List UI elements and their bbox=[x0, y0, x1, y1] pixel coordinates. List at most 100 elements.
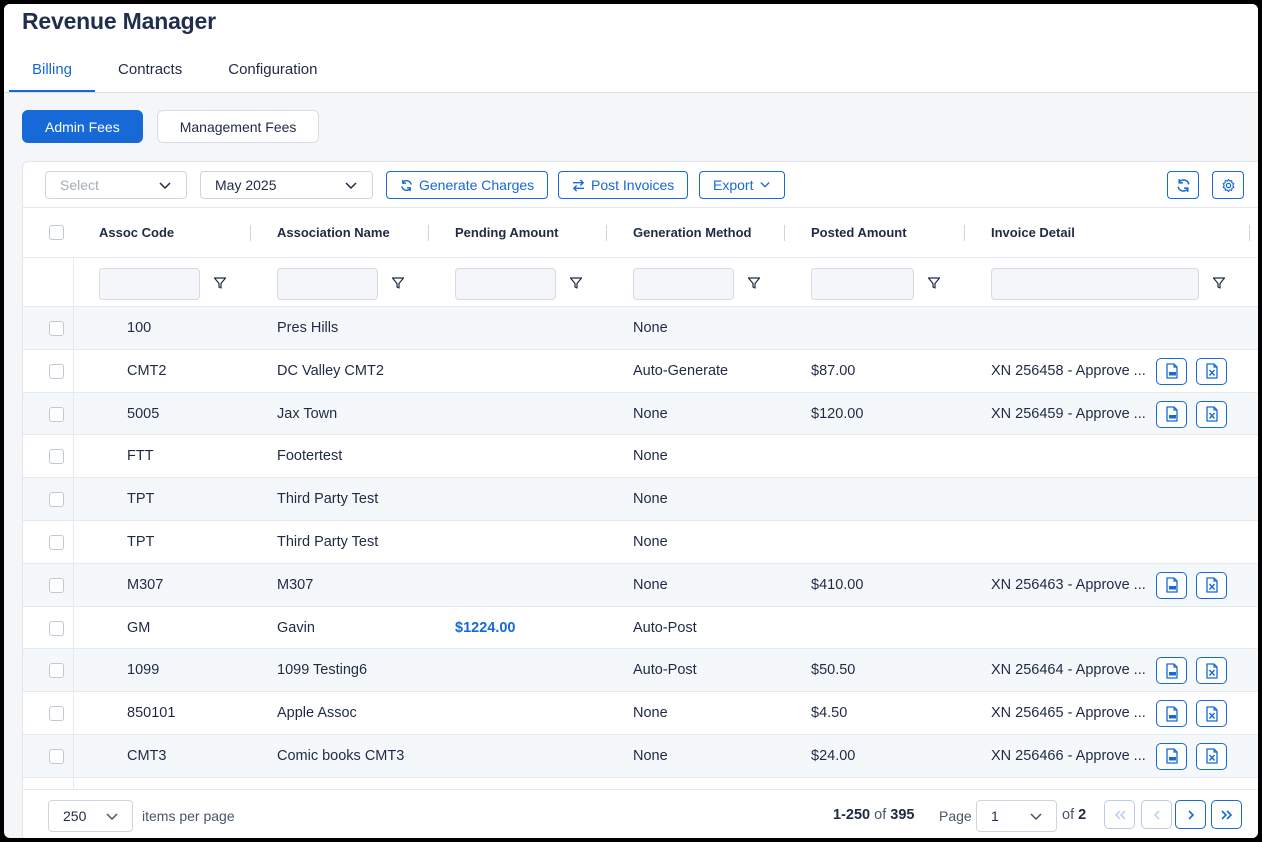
select-all-checkbox[interactable] bbox=[49, 225, 64, 240]
filter-icon[interactable] bbox=[927, 276, 941, 290]
row-checkbox[interactable] bbox=[49, 406, 64, 422]
row-checkbox[interactable] bbox=[49, 748, 64, 764]
column-resize-handle[interactable] bbox=[606, 225, 607, 241]
posted-amount-cell: $410.00 bbox=[811, 576, 864, 593]
row-checkbox[interactable] bbox=[49, 363, 64, 379]
download-pdf-button[interactable] bbox=[1156, 700, 1187, 728]
row-checkbox[interactable] bbox=[49, 321, 64, 336]
row-checkbox[interactable] bbox=[49, 534, 64, 550]
column-header-association-name[interactable]: Association Name bbox=[277, 225, 390, 240]
items-per-page-select[interactable]: 250 bbox=[48, 800, 133, 832]
table-row[interactable]: FTT Footertest None bbox=[23, 435, 1258, 479]
row-checkbox[interactable] bbox=[49, 620, 64, 636]
column-header-assoc-code[interactable]: Assoc Code bbox=[99, 225, 174, 240]
invoice-detail-filter-input[interactable] bbox=[991, 268, 1199, 300]
table-row[interactable]: TPT Third Party Test None bbox=[23, 478, 1258, 521]
table-row[interactable]: M307 M307 None $410.00 XN 256463 - Approve .… bbox=[23, 563, 1258, 607]
grid-settings-button[interactable] bbox=[1212, 171, 1244, 199]
tabs-divider bbox=[4, 92, 1258, 93]
download-excel-button[interactable] bbox=[1196, 657, 1227, 685]
refresh-grid-button[interactable] bbox=[1167, 171, 1199, 199]
next-page-button[interactable] bbox=[1175, 800, 1206, 829]
column-header-invoice-detail[interactable]: Invoice Detail bbox=[991, 225, 1075, 240]
assoc-code-cell: M307 bbox=[127, 576, 164, 593]
posted-amount-cell: $4.50 bbox=[811, 705, 848, 722]
column-resize-handle[interactable] bbox=[250, 225, 251, 241]
filter-icon[interactable] bbox=[569, 276, 583, 290]
column-header-posted-amount[interactable]: Posted Amount bbox=[811, 225, 907, 240]
generation-method-cell: Auto-Generate bbox=[633, 362, 729, 379]
download-pdf-button[interactable] bbox=[1156, 657, 1187, 685]
table-row[interactable]: CMT2 DC Valley CMT2 Auto-Generate $87.00 XN … bbox=[23, 350, 1258, 393]
post-invoices-button[interactable]: Post Invoices bbox=[558, 171, 689, 199]
table-row[interactable]: 1099 1099 Testing6 Auto-Post $50.50 XN 25646… bbox=[23, 649, 1258, 693]
grid-toolbar: Select May 2025 Generate Charges Post In… bbox=[23, 162, 1258, 208]
download-pdf-button[interactable] bbox=[1156, 400, 1187, 428]
column-resize-handle[interactable] bbox=[964, 225, 965, 241]
first-page-button[interactable] bbox=[1104, 800, 1135, 829]
table-row[interactable]: CMT3 Comic books CMT3 None $24.00 XN 256466 … bbox=[23, 734, 1258, 778]
generate-charges-label: Generate Charges bbox=[419, 177, 535, 193]
filter-icon[interactable] bbox=[213, 276, 227, 290]
association-select[interactable]: Select bbox=[45, 171, 187, 199]
filter-icon[interactable] bbox=[747, 276, 761, 290]
filter-icon[interactable] bbox=[1212, 276, 1226, 290]
download-pdf-button[interactable] bbox=[1156, 571, 1187, 599]
fee-type-tabs: Admin Fees Management Fees bbox=[22, 110, 320, 143]
items-per-page-label: items per page bbox=[142, 808, 235, 824]
management-fees-button[interactable]: Management Fees bbox=[156, 110, 320, 143]
column-resize-handle[interactable] bbox=[1249, 225, 1250, 241]
download-excel-button[interactable] bbox=[1196, 571, 1227, 599]
download-excel-button[interactable] bbox=[1196, 700, 1227, 728]
tab-billing[interactable]: Billing bbox=[9, 52, 96, 92]
column-resize-handle[interactable] bbox=[428, 225, 429, 241]
last-page-button[interactable] bbox=[1211, 800, 1242, 829]
row-checkbox[interactable] bbox=[49, 663, 64, 679]
pending-amount-filter-input[interactable] bbox=[455, 268, 556, 300]
row-checkbox[interactable] bbox=[49, 577, 64, 593]
table-row[interactable]: GM Gavin $1224.00 Auto-Post bbox=[23, 607, 1258, 650]
download-excel-button[interactable] bbox=[1196, 357, 1227, 385]
pending-amount-cell[interactable]: $1224.00 bbox=[455, 620, 515, 636]
association-name-cell: Gavin bbox=[277, 619, 315, 636]
tab-configuration[interactable]: Configuration bbox=[205, 52, 340, 92]
export-button[interactable]: Export bbox=[699, 171, 786, 199]
generate-charges-button[interactable]: Generate Charges bbox=[386, 171, 549, 199]
filter-icon[interactable] bbox=[391, 276, 405, 290]
tab-contracts[interactable]: Contracts bbox=[95, 52, 205, 92]
invoice-detail-cell: XN 256466 - Approve ... bbox=[991, 747, 1146, 764]
association-name-filter-input[interactable] bbox=[277, 268, 378, 300]
generation-method-filter-input[interactable] bbox=[633, 268, 734, 300]
assoc-code-filter-input[interactable] bbox=[99, 268, 200, 300]
pdf-file-icon bbox=[1165, 577, 1178, 593]
admin-fees-button[interactable]: Admin Fees bbox=[22, 110, 143, 143]
pdf-file-icon bbox=[1165, 706, 1178, 722]
association-select-placeholder: Select bbox=[60, 177, 99, 193]
download-pdf-button[interactable] bbox=[1156, 357, 1187, 385]
pdf-file-icon bbox=[1165, 748, 1178, 765]
chevron-right-icon bbox=[1187, 809, 1194, 820]
column-resize-handle[interactable] bbox=[784, 225, 785, 241]
table-row[interactable]: TPT Third Party Test None bbox=[23, 521, 1258, 564]
previous-page-button[interactable] bbox=[1141, 800, 1172, 829]
generation-method-cell: Auto-Post bbox=[633, 662, 697, 679]
assoc-code-cell: 850101 bbox=[127, 705, 176, 722]
download-pdf-button[interactable] bbox=[1156, 742, 1187, 770]
row-checkbox[interactable] bbox=[49, 706, 64, 722]
posted-amount-filter-input[interactable] bbox=[811, 268, 914, 300]
column-header-generation-method[interactable]: Generation Method bbox=[633, 225, 751, 240]
filter-row bbox=[23, 258, 1258, 307]
download-excel-button[interactable] bbox=[1196, 742, 1227, 770]
table-row[interactable]: 5005 Jax Town None $120.00 XN 256459 - Appro… bbox=[23, 392, 1258, 436]
row-checkbox[interactable] bbox=[49, 492, 64, 508]
row-checkbox[interactable] bbox=[49, 449, 64, 465]
association-name-cell: Third Party Test bbox=[277, 491, 379, 508]
month-select[interactable]: May 2025 bbox=[200, 171, 373, 199]
download-excel-button[interactable] bbox=[1196, 400, 1227, 428]
association-name-cell: Jax Town bbox=[277, 405, 338, 422]
page-select[interactable]: 1 bbox=[976, 800, 1057, 832]
column-header-pending-amount[interactable]: Pending Amount bbox=[455, 225, 559, 240]
generation-method-cell: None bbox=[633, 448, 668, 465]
table-row[interactable]: 850101 Apple Assoc None $4.50 XN 256465 - Ap… bbox=[23, 692, 1258, 735]
table-row[interactable]: 100 Pres Hills None bbox=[23, 307, 1258, 350]
